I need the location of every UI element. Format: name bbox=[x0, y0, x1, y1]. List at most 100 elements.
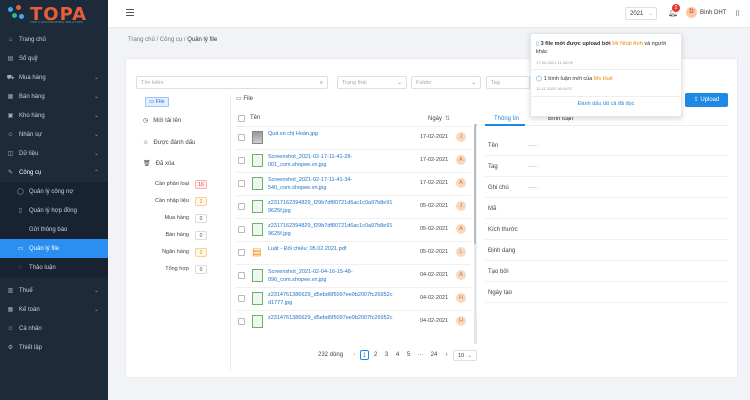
sidebar-item-hr[interactable]: ☺ Nhân sự ⌄ bbox=[0, 125, 108, 144]
column-date-header[interactable]: Ngày ⇅ bbox=[428, 115, 450, 122]
user-menu[interactable]: D Bình DHT bbox=[686, 7, 726, 18]
filter-recent[interactable]: ◷ Mới tải lên bbox=[143, 117, 181, 125]
table-row[interactable]: z2314761386629_d5ebd6f5097ee9b2007fc2695… bbox=[236, 310, 471, 333]
sidebar-item-sales[interactable]: ▦ Bán hàng ⌄ bbox=[0, 87, 108, 106]
breadcrumb-tools[interactable]: Công cụ bbox=[160, 37, 182, 43]
page-size-select[interactable]: 10 ⌄ bbox=[453, 350, 477, 361]
folder-root-tag[interactable]: ▭ File bbox=[145, 97, 169, 107]
sidebar-item-purchase[interactable]: ⛟ Mua hàng ⌄ bbox=[0, 68, 108, 87]
file-name[interactable]: Quà sn chị Hoàn.jpg bbox=[268, 130, 416, 138]
breadcrumb-current: Quản lý file bbox=[187, 37, 218, 43]
sidebar-item-personal[interactable]: ☺ Cá nhân bbox=[0, 319, 108, 338]
user-icon: ☺ bbox=[7, 325, 14, 332]
breadcrumb-home[interactable]: Trang chủ bbox=[128, 37, 155, 43]
chevron-down-icon: ⌄ bbox=[93, 132, 99, 138]
row-checkbox[interactable] bbox=[238, 203, 245, 210]
page-next[interactable]: › bbox=[442, 350, 451, 360]
app-grid-icon[interactable]: ⠿ bbox=[735, 10, 740, 18]
row-checkbox[interactable] bbox=[238, 226, 245, 233]
file-name[interactable]: z2314761386629_d5ebd6f5097ee9b2007fc2695… bbox=[268, 314, 416, 322]
category-item[interactable]: Cần phân loại 16 bbox=[150, 180, 207, 189]
filter-deleted[interactable]: 🗑︎ Đã xóa bbox=[143, 160, 175, 168]
file-name[interactable]: Screenshot_2021-02-04-16-15-48- 096_com.s… bbox=[268, 268, 416, 284]
sidebar-subitem-files[interactable]: ▭ Quản lý file bbox=[0, 239, 108, 258]
sidebar-item-tools[interactable]: ✎ Công cụ ⌃ bbox=[0, 163, 108, 182]
file-name[interactable]: Screenshot_2021-02-17-11-41-28- 001_com.s… bbox=[268, 153, 416, 169]
mark-all-read-link[interactable]: Đánh dấu tất cả đã đọc bbox=[531, 101, 681, 107]
tool-icon: ✎ bbox=[7, 170, 14, 176]
breadcrumb: Trang chủ / Công cụ / Quản lý file bbox=[128, 37, 218, 43]
uploader-avatar: H bbox=[456, 293, 466, 303]
page-1[interactable]: 1 bbox=[360, 350, 369, 360]
category-item[interactable]: Bán hàng 0 bbox=[150, 231, 207, 240]
table-row[interactable]: z2317162394829_f29b7df80721d6ac1c0a97b8e… bbox=[236, 195, 471, 218]
year-select[interactable]: 2021 ⌄ bbox=[625, 7, 657, 20]
sidebar-item-home[interactable]: ⌂ Trang chủ bbox=[0, 30, 108, 49]
notification-bell-icon[interactable]: 🔔︎ 2 bbox=[668, 4, 680, 17]
row-checkbox[interactable] bbox=[238, 157, 245, 164]
row-checkbox[interactable] bbox=[238, 318, 245, 325]
page-ellipsis[interactable]: ··· bbox=[416, 350, 425, 360]
column-name-header[interactable]: Tên bbox=[250, 115, 260, 121]
table-row[interactable]: Quà sn chị Hoàn.jpg 17-02-2021 J bbox=[236, 126, 471, 149]
table-row[interactable]: Screenshot_2021-02-04-16-15-48- 096_com.s… bbox=[236, 264, 471, 287]
row-checkbox[interactable] bbox=[238, 180, 245, 187]
sidebar-subitem-discussion[interactable]: ◌ Thảo luận bbox=[0, 258, 108, 277]
chevron-up-icon: ⌃ bbox=[93, 170, 99, 176]
table-row[interactable]: Screenshot_2021-02-17-11-41-28- 001_com.s… bbox=[236, 149, 471, 172]
table-row[interactable]: ▤ Luật - Đối chiếu: 05.02.2021.pdf 05-02-2… bbox=[236, 241, 471, 264]
file-icon bbox=[252, 154, 263, 167]
page-2[interactable]: 2 bbox=[371, 350, 380, 360]
category-item[interactable]: Tổng hợp 0 bbox=[150, 265, 207, 274]
menu-toggle-icon[interactable] bbox=[126, 9, 134, 18]
search-input[interactable]: Tìm kiếm ⌕ bbox=[136, 76, 328, 89]
sidebar-item-data[interactable]: ◫ Dữ liệu ⌄ bbox=[0, 144, 108, 163]
detail-label: Tạo bởi bbox=[488, 269, 509, 275]
file-name[interactable]: Luật - Đối chiếu: 05.02.2021.pdf bbox=[268, 245, 416, 253]
sidebar-item-warehouse[interactable]: ▣ Kho hàng ⌄ bbox=[0, 106, 108, 125]
sidebar-subitem-notify[interactable]: Gửi thông báo bbox=[0, 220, 108, 239]
upload-button[interactable]: ⇪ Upload bbox=[685, 93, 728, 107]
file-name[interactable]: z2317162394829_f29b7df80721d6ac1c0a97b8e… bbox=[268, 199, 416, 215]
row-checkbox[interactable] bbox=[238, 249, 245, 256]
filter-starred[interactable]: ☆ Được đánh dấu bbox=[143, 139, 195, 147]
tab-info[interactable]: Thông tin bbox=[494, 116, 519, 122]
sidebar-item-settings[interactable]: ⚙ Thiết lập bbox=[0, 338, 108, 357]
category-item[interactable]: Mua hàng 0 bbox=[150, 214, 207, 223]
file-date: 17-02-2021 bbox=[420, 180, 449, 186]
status-filter[interactable]: Trạng thái ⌄ bbox=[337, 76, 407, 89]
sidebar-item-cashbook[interactable]: ▤ Sổ quỹ bbox=[0, 49, 108, 68]
category-item[interactable]: Cần nhập liệu 2 bbox=[150, 197, 207, 206]
row-checkbox[interactable] bbox=[238, 295, 245, 302]
brand-logo[interactable]: TOPA TOP 1 ACCOUNTING SOLUTION bbox=[0, 0, 108, 28]
select-all-checkbox[interactable] bbox=[238, 115, 245, 122]
sidebar-item-tax[interactable]: ▥ Thuế ⌄ bbox=[0, 281, 108, 300]
table-row[interactable]: z2317162394829_f29b7df80721d6ac1c0a97b8e… bbox=[236, 218, 471, 241]
notification-item-upload[interactable]: ▯ 3 file mới được upload bởi Mr Nhật Anh… bbox=[536, 40, 678, 56]
table-row[interactable]: Screenshot_2021-02-17-11-41-34- 540_com.s… bbox=[236, 172, 471, 195]
tag-filter[interactable]: Tag bbox=[486, 76, 530, 89]
sidebar-subitem-debt[interactable]: ◯ Quản lý công nợ bbox=[0, 182, 108, 201]
sidebar-item-accounting[interactable]: ▦ Kế toán ⌄ bbox=[0, 300, 108, 319]
row-checkbox[interactable] bbox=[238, 134, 245, 141]
divider bbox=[485, 260, 728, 261]
page-3[interactable]: 3 bbox=[382, 350, 391, 360]
page-5[interactable]: 5 bbox=[404, 350, 413, 360]
table-row[interactable]: z2314761386629_d5ebd6f5097ee9b2007fc2695… bbox=[236, 287, 471, 310]
file-date: 04-02-2021 bbox=[420, 295, 449, 301]
warehouse-icon: ▣ bbox=[7, 113, 14, 119]
category-item[interactable]: Ngân hàng 2 bbox=[150, 248, 207, 257]
panel-divider bbox=[230, 95, 231, 370]
notification-item-comment[interactable]: ◯ 1 bình luận mới của Ms Huế bbox=[536, 75, 678, 83]
file-name[interactable]: z2314761386629_d5ebd6f5097ee9b2007fc2695… bbox=[268, 291, 416, 307]
file-name[interactable]: Screenshot_2021-02-17-11-41-34- 540_com.s… bbox=[268, 176, 416, 192]
page-prev[interactable]: ‹ bbox=[350, 350, 359, 360]
folder-filter[interactable]: Folder ⌄ bbox=[411, 76, 481, 89]
page-24[interactable]: 24 bbox=[428, 350, 440, 360]
sidebar-subitem-contracts[interactable]: ▯ Quản lý hợp đồng bbox=[0, 201, 108, 220]
page-4[interactable]: 4 bbox=[393, 350, 402, 360]
file-breadcrumb[interactable]: ▭ File bbox=[236, 95, 253, 102]
folder-icon: ▭ bbox=[17, 246, 24, 252]
row-checkbox[interactable] bbox=[238, 272, 245, 279]
file-name[interactable]: z2317162394829_f29b7df80721d6ac1c0a97b8e… bbox=[268, 222, 416, 238]
